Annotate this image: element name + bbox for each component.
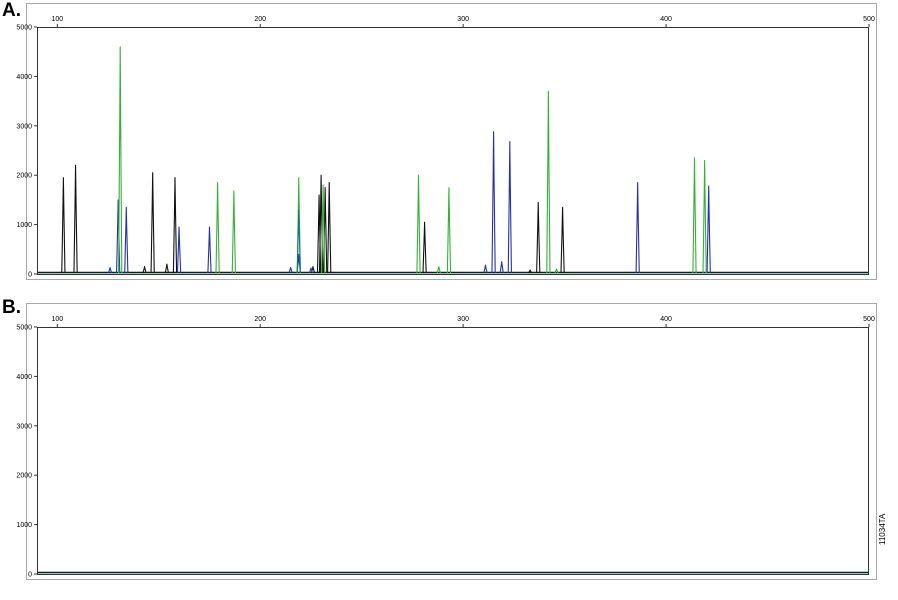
plot-area xyxy=(37,27,869,275)
y-tick-label: 3000 xyxy=(16,423,32,430)
figure-code: 11034TA xyxy=(878,513,887,545)
electropherogram-b: 100 200 300 400 500010002000300040005000 xyxy=(16,303,877,580)
y-tick-label: 2000 xyxy=(16,473,32,480)
figure-frame: A. B. 100 200 300 400 500 0 1000 2000 3000 4000 50… xyxy=(0,0,898,588)
x-tick-label: 100 xyxy=(51,316,63,323)
x-tick-label: 500 xyxy=(863,16,875,23)
x-tick-label: 400 xyxy=(660,16,672,23)
y-tick-label: 2000 xyxy=(16,173,32,180)
x-tick-label: 400 xyxy=(660,316,672,323)
y-tick-label: 4000 xyxy=(16,374,32,381)
x-tick-label: 300 xyxy=(457,316,469,323)
y-tick-label: 3000 xyxy=(16,123,32,130)
y-tick-label: 5000 xyxy=(16,25,32,32)
y-tick-label: 5000 xyxy=(16,325,32,332)
y-tick-label: 0 xyxy=(28,272,32,279)
x-tick-label: 200 xyxy=(254,316,266,323)
y-tick-label: 1000 xyxy=(16,222,32,229)
x-tick-label: 100 xyxy=(51,16,63,23)
x-tick-label: 200 xyxy=(254,16,266,23)
x-tick-label: 500 xyxy=(863,316,875,323)
y-tick-label: 1000 xyxy=(16,522,32,529)
x-tick-label: 300 xyxy=(457,16,469,23)
y-tick-label: 4000 xyxy=(16,74,32,81)
plot-area xyxy=(37,327,869,575)
y-tick-label: 0 xyxy=(28,572,32,579)
electropherogram-a: 100 200 300 400 500010002000300040005000 xyxy=(16,3,877,280)
